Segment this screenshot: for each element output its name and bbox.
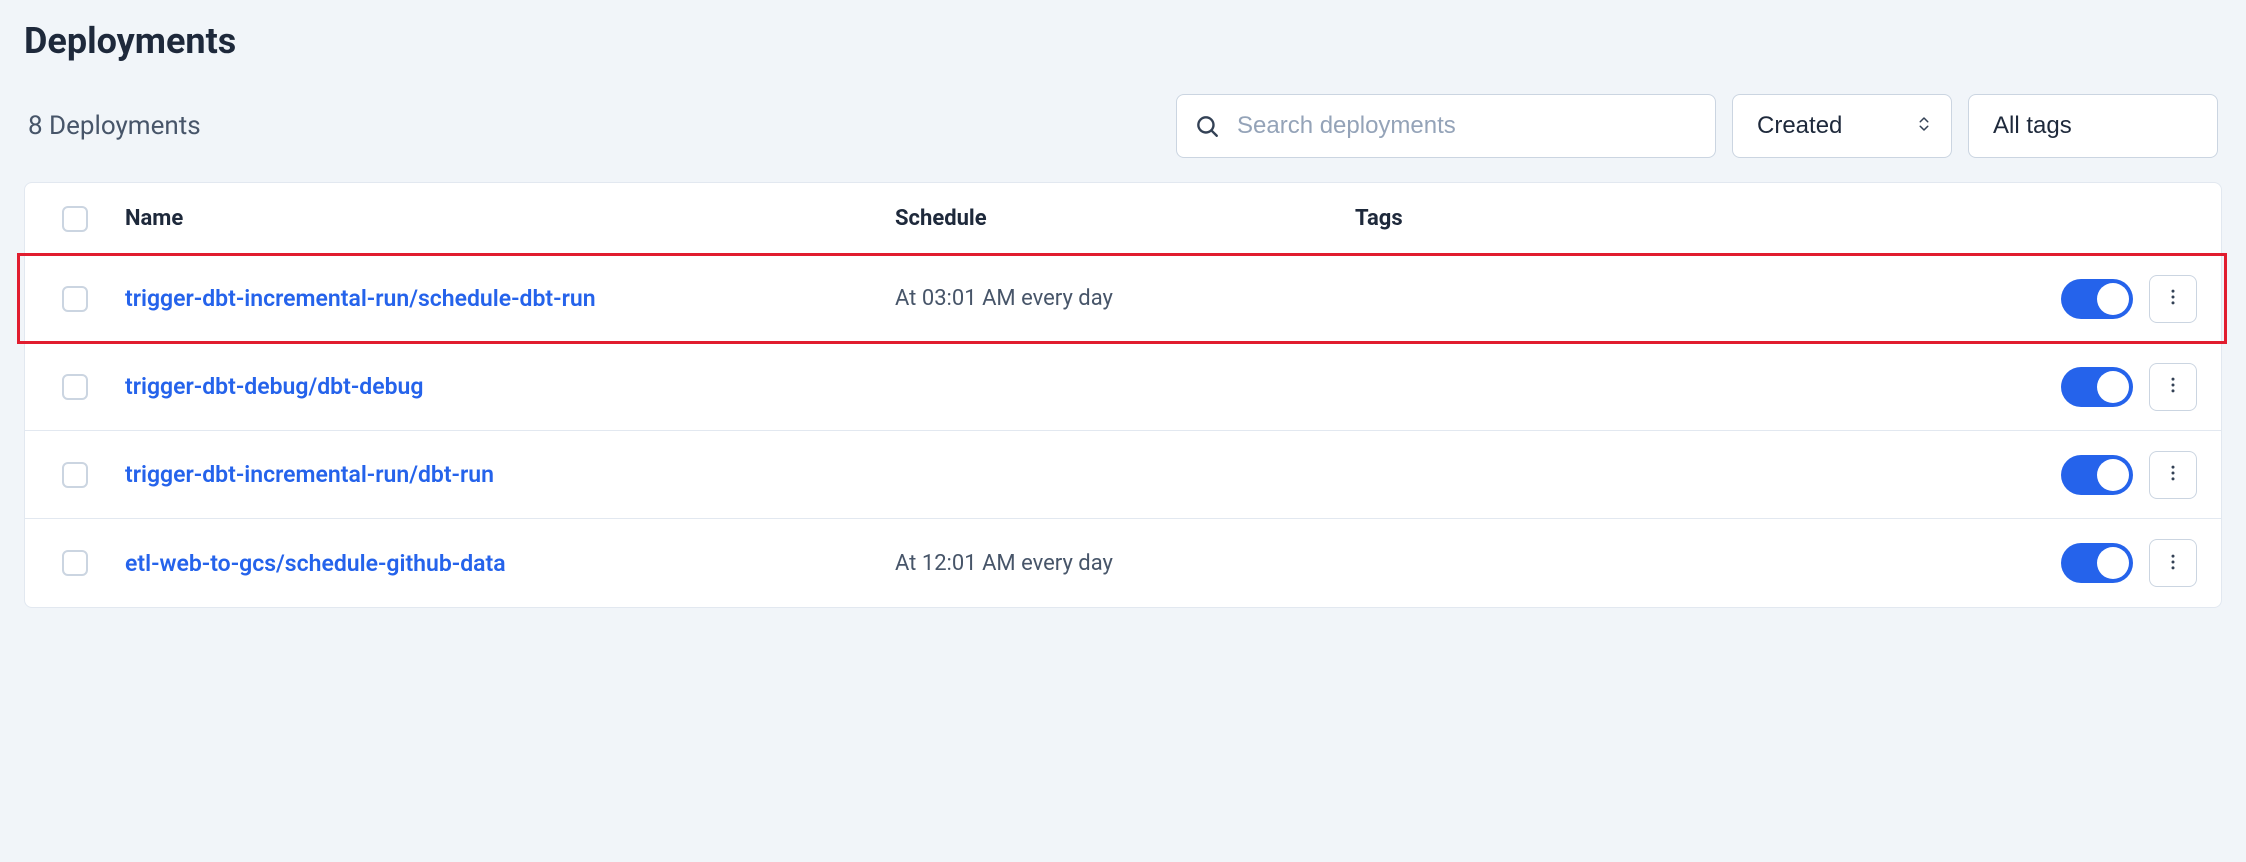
schedule-cell: At 03:01 AM every day — [895, 286, 1355, 311]
table-header: Name Schedule Tags — [25, 183, 2221, 255]
flow-name: etl-web-to-gcs — [125, 550, 276, 577]
more-actions-button[interactable] — [2149, 539, 2197, 587]
tags-filter-label: All tags — [1993, 112, 2072, 140]
row-checkbox[interactable] — [62, 462, 88, 488]
column-header-name: Name — [125, 206, 895, 231]
deployment-count: 8 Deployments — [28, 111, 201, 141]
deployment-name: schedule-dbt-run — [418, 285, 596, 312]
more-actions-button[interactable] — [2149, 363, 2197, 411]
select-all-checkbox[interactable] — [62, 206, 88, 232]
name-separator: / — [308, 373, 317, 400]
table-row: trigger-dbt-debug/dbt-debug — [25, 343, 2221, 431]
table-row: trigger-dbt-incremental-run/schedule-dbt… — [25, 255, 2221, 343]
search-icon — [1194, 113, 1220, 139]
deployments-table: Name Schedule Tags trigger-dbt-increment… — [24, 182, 2222, 608]
enabled-toggle[interactable] — [2061, 367, 2133, 407]
more-icon — [2163, 375, 2183, 398]
deployment-name: schedule-github-data — [285, 550, 506, 577]
sort-select-label: Created — [1757, 112, 1842, 140]
deployment-link[interactable]: etl-web-to-gcs/schedule-github-data — [125, 550, 506, 577]
deployment-link[interactable]: trigger-dbt-incremental-run/schedule-dbt… — [125, 285, 596, 312]
column-header-schedule: Schedule — [895, 206, 1355, 231]
name-separator: / — [409, 461, 418, 488]
deployment-link[interactable]: trigger-dbt-debug/dbt-debug — [125, 373, 423, 400]
sort-select[interactable]: Created — [1732, 94, 1952, 158]
more-icon — [2163, 287, 2183, 310]
controls-row: 8 Deployments Created All tags — [24, 94, 2222, 158]
deployment-link[interactable]: trigger-dbt-incremental-run/dbt-run — [125, 461, 494, 488]
flow-name: trigger-dbt-incremental-run — [125, 461, 409, 488]
more-icon — [2163, 552, 2183, 575]
name-separator: / — [276, 550, 285, 577]
search-wrap — [1176, 94, 1716, 158]
enabled-toggle[interactable] — [2061, 455, 2133, 495]
row-checkbox[interactable] — [62, 374, 88, 400]
more-icon — [2163, 463, 2183, 486]
enabled-toggle[interactable] — [2061, 543, 2133, 583]
schedule-cell: At 12:01 AM every day — [895, 551, 1355, 576]
row-checkbox[interactable] — [62, 286, 88, 312]
flow-name: trigger-dbt-incremental-run — [125, 285, 409, 312]
table-row: trigger-dbt-incremental-run/dbt-run — [25, 431, 2221, 519]
enabled-toggle[interactable] — [2061, 279, 2133, 319]
search-input[interactable] — [1176, 94, 1716, 158]
more-actions-button[interactable] — [2149, 275, 2197, 323]
more-actions-button[interactable] — [2149, 451, 2197, 499]
table-row: etl-web-to-gcs/schedule-github-data At 12… — [25, 519, 2221, 607]
deployment-name: dbt-run — [418, 461, 494, 488]
sort-caret-icon — [1915, 112, 1933, 140]
column-header-tags: Tags — [1355, 206, 2021, 231]
name-separator: / — [409, 285, 418, 312]
flow-name: trigger-dbt-debug — [125, 373, 308, 400]
controls-right: Created All tags — [1176, 94, 2218, 158]
row-checkbox[interactable] — [62, 550, 88, 576]
page-title: Deployments — [24, 20, 2222, 62]
tags-filter-select[interactable]: All tags — [1968, 94, 2218, 158]
deployment-name: dbt-debug — [317, 373, 423, 400]
